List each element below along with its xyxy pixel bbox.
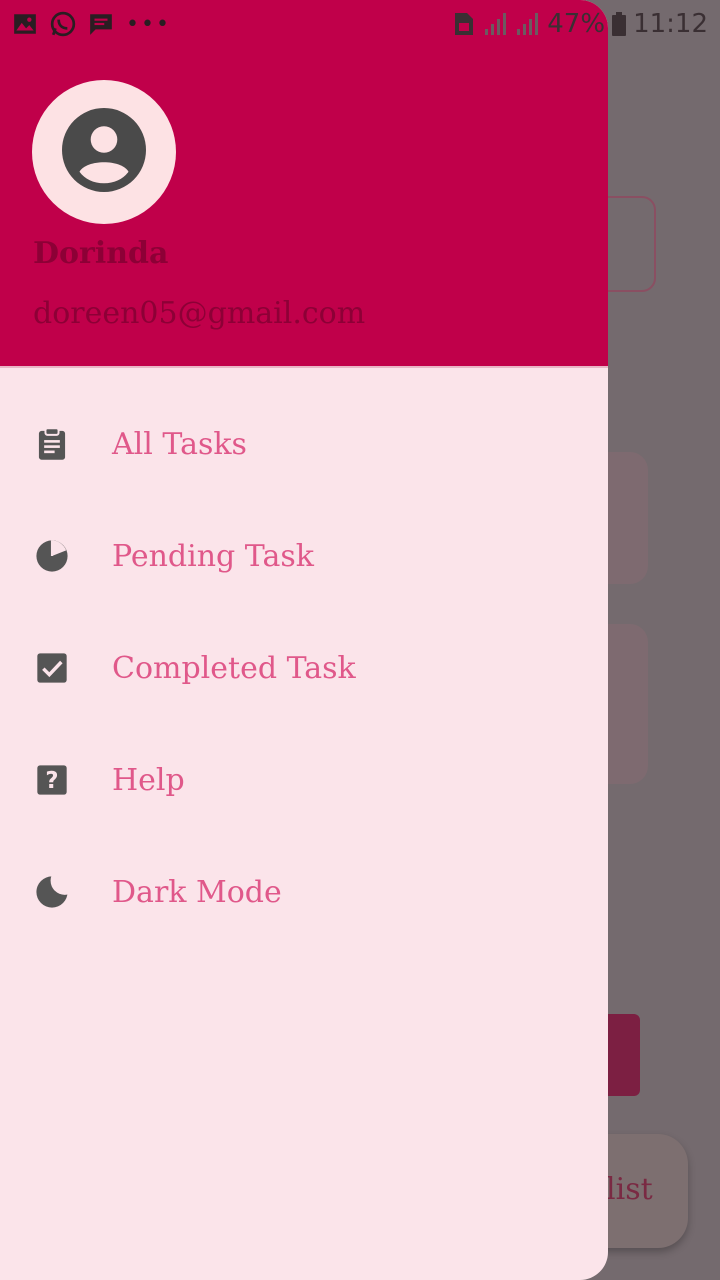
gallery-icon	[12, 11, 38, 37]
whatsapp-icon	[50, 11, 76, 37]
menu-item-pending-task[interactable]: Pending Task	[0, 500, 608, 612]
menu-item-dark-mode[interactable]: Dark Mode	[0, 836, 608, 948]
menu-item-label: All Tasks	[112, 426, 247, 462]
menu-item-completed-task[interactable]: Completed Task	[0, 612, 608, 724]
status-bar: ••• 47% 11:12	[0, 0, 720, 48]
more-notifications-icon: •••	[126, 11, 171, 37]
check-box-icon	[34, 650, 70, 686]
signal-icon	[515, 11, 541, 37]
signal-icon	[483, 11, 509, 37]
drawer-header: Dorinda doreen05@gmail.com	[0, 0, 608, 368]
pie-chart-icon	[34, 538, 70, 574]
clock: 11:12	[633, 9, 708, 39]
menu-item-help[interactable]: ? Help	[0, 724, 608, 836]
avatar[interactable]	[32, 80, 176, 224]
background-fab-label: list	[606, 1172, 653, 1207]
menu-item-label: Help	[112, 762, 185, 798]
clipboard-icon	[34, 426, 70, 462]
battery-percent: 47%	[547, 9, 606, 39]
menu-item-label: Dark Mode	[112, 874, 282, 910]
navigation-drawer: Dorinda doreen05@gmail.com All Tasks Pen…	[0, 0, 608, 1280]
svg-text:?: ?	[45, 768, 58, 794]
account-circle-icon	[62, 108, 146, 196]
menu-item-label: Pending Task	[112, 538, 314, 574]
user-name: Dorinda	[33, 236, 169, 271]
moon-icon	[34, 874, 70, 910]
sim-icon	[451, 11, 477, 37]
battery-icon	[611, 11, 627, 37]
drawer-menu: All Tasks Pending Task Completed Task ? …	[0, 388, 608, 948]
user-email: doreen05@gmail.com	[33, 296, 366, 331]
menu-item-label: Completed Task	[112, 650, 356, 686]
message-icon	[88, 11, 114, 37]
help-icon: ?	[34, 762, 70, 798]
menu-item-all-tasks[interactable]: All Tasks	[0, 388, 608, 500]
